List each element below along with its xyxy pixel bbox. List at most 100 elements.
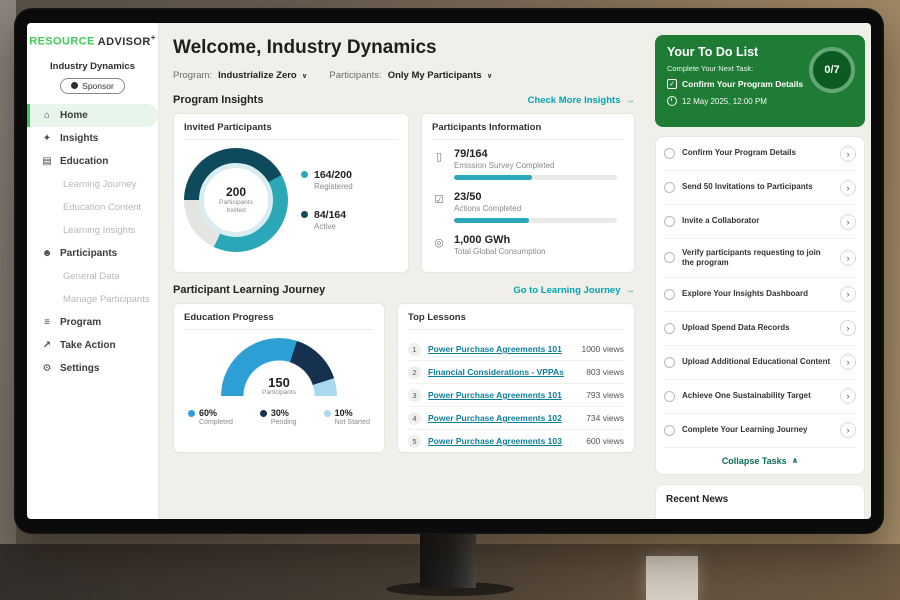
lesson-title-link[interactable]: Power Purchase Agreements 102 [428,413,579,423]
lesson-title-link[interactable]: Power Purchase Agreements 103 [428,436,579,446]
take-action-icon: ↗ [41,340,53,351]
todo-due-date: 12 May 2025, 12:00 PM [667,96,853,106]
todo-task-row[interactable]: Confirm Your Program Details › [664,137,856,171]
legend-dot-icon [260,410,267,417]
stat-row: ◎ 1,000 GWh Total Global Consumption [432,234,624,256]
participants-filter-label: Participants: [329,70,381,81]
sidebar-item-learning-insights[interactable]: Learning Insights [27,219,158,242]
todo-task-row[interactable]: Invite a Collaborator › [664,205,856,239]
sidebar-item-education-content[interactable]: Education Content [27,196,158,219]
task-checkbox[interactable] [664,252,675,263]
program-icon: ≡ [41,317,53,328]
lesson-rank-badge: 5 [408,435,421,448]
sidebar-item-label: Education Content [63,202,141,213]
sidebar-item-program[interactable]: ≡ Program [27,311,158,334]
chevron-right-icon[interactable]: › [840,180,856,196]
chevron-down-icon: ∨ [487,72,493,80]
org-name: Industry Dynamics [27,61,158,72]
collapse-tasks-link[interactable]: Collapse Tasks ∧ [664,448,856,470]
chevron-right-icon[interactable]: › [840,354,856,370]
todo-task-row[interactable]: Explore Your Insights Dashboard › [664,278,856,312]
chevron-right-icon[interactable]: › [840,422,856,438]
lesson-title-link[interactable]: Power Purchase Agreements 101 [428,344,574,354]
legend-value: 10% [335,408,370,418]
chevron-right-icon[interactable]: › [840,320,856,336]
lesson-rank-badge: 3 [408,389,421,402]
todo-next-task-label: Confirm Your Program Details [682,79,803,89]
sidebar-item-education[interactable]: ▤ Education [27,150,158,173]
stat-progress-fill [454,218,529,223]
chevron-down-icon: ∨ [302,72,308,80]
participants-filter-dropdown[interactable]: Only My Participants ∨ [388,70,493,81]
main-content: Welcome, Industry Dynamics Program: Indu… [159,23,649,519]
sponsor-label: Sponsor [82,81,114,91]
legend-item: 164/200 Registered [301,169,353,191]
legend-label: Registered [314,182,353,191]
stat-value: 23/50 [454,191,624,203]
task-label: Achieve One Sustainability Target [682,391,833,401]
todo-next-task[interactable]: ✓ Confirm Your Program Details [667,79,812,89]
donut-center-label: Participants Invited [213,199,259,216]
stat-body: 1,000 GWh Total Global Consumption [454,234,624,256]
stat-progress-fill [454,175,532,180]
learning-journey-header: Participant Learning Journey Go to Learn… [173,284,635,296]
lesson-title-link[interactable]: Financial Considerations - VPPAs [428,367,579,377]
top-lessons-card: Top Lessons 1 Power Purchase Agreements … [397,303,635,453]
task-checkbox[interactable] [664,289,675,300]
todo-task-row[interactable]: Complete Your Learning Journey › [664,414,856,448]
chevron-right-icon[interactable]: › [840,146,856,162]
todo-task-row[interactable]: Upload Spend Data Records › [664,312,856,346]
task-checkbox[interactable] [664,182,675,193]
sidebar-item-settings[interactable]: ⚙ Settings [27,357,158,380]
todo-tasks-list: Confirm Your Program Details › Send 50 I… [664,137,856,448]
task-checkbox[interactable] [664,391,675,402]
lesson-title-link[interactable]: Power Purchase Agreements 101 [428,390,579,400]
chevron-right-icon[interactable]: › [840,214,856,230]
sidebar-item-general-data[interactable]: General Data [27,265,158,288]
lesson-views: 734 views [586,413,624,423]
task-label: Send 50 Invitations to Participants [682,182,833,192]
todo-task-row[interactable]: Verify participants requesting to join t… [664,239,856,278]
sidebar-item-home[interactable]: ⌂ Home [27,104,158,127]
legend-item: 30% Pending [260,408,297,426]
gauge-legend: 60% Completed 30% Pending 10% Not Starte… [184,396,374,426]
stat-row: ▯ 79/164 Emission Survey Completed [432,148,624,180]
task-checkbox[interactable] [664,357,675,368]
sidebar-item-take-action[interactable]: ↗ Take Action [27,334,158,357]
program-filter-value: Industrialize Zero [218,70,297,81]
sidebar-item-label: Home [60,110,88,121]
lesson-rank-badge: 1 [408,343,421,356]
task-label: Verify participants requesting to join t… [682,248,833,269]
chevron-right-icon[interactable]: › [840,388,856,404]
donut-center-value: 200 [226,185,246,199]
go-to-learning-journey-link[interactable]: Go to Learning Journey → [513,285,635,296]
task-checkbox[interactable] [664,216,675,227]
donut-legend: 164/200 Registered 84/164 Active [301,169,353,231]
todo-task-row[interactable]: Upload Additional Educational Content › [664,346,856,380]
sidebar-item-participants[interactable]: ☻ Participants [27,242,158,265]
todo-task-row[interactable]: Send 50 Invitations to Participants › [664,171,856,205]
education-gauge-chart: 150 Participants [221,338,337,396]
sidebar-item-insights[interactable]: ✦ Insights [27,127,158,150]
todo-task-row[interactable]: Achieve One Sustainability Target › [664,380,856,414]
task-checkbox[interactable] [664,323,675,334]
sidebar-item-learning-journey[interactable]: Learning Journey [27,173,158,196]
check-more-insights-link[interactable]: Check More Insights → [528,95,635,106]
link-label: Check More Insights [528,95,621,106]
task-label: Confirm Your Program Details [682,148,833,158]
sponsor-badge[interactable]: Sponsor [60,78,125,94]
task-checkbox[interactable] [664,148,675,159]
stat-label: Actions Completed [454,204,624,213]
checkbox-icon: ✓ [667,79,677,89]
arrow-right-icon: → [626,95,636,106]
sidebar-item-label: Insights [60,133,98,144]
gauge-center-label: Participants [221,389,337,396]
sidebar-item-manage-participants[interactable]: Manage Participants [27,288,158,311]
todo-progress-value: 0/7 [824,64,839,76]
chevron-right-icon[interactable]: › [840,250,856,266]
home-icon: ⌂ [41,110,53,121]
chevron-right-icon[interactable]: › [840,286,856,302]
task-checkbox[interactable] [664,425,675,436]
legend-value: 60% [199,408,233,418]
program-filter-dropdown[interactable]: Industrialize Zero ∨ [218,70,307,81]
